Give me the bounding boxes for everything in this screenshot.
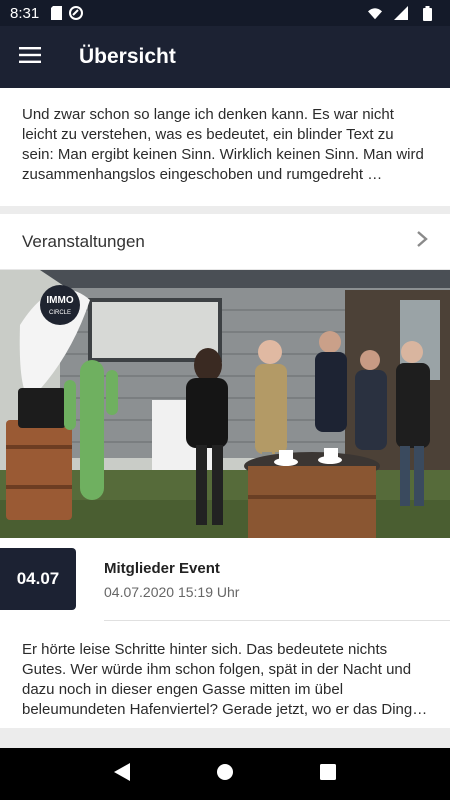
event-image[interactable]: IMMO CIRCLE (0, 270, 450, 538)
event-divider (104, 620, 450, 621)
banner-logo-line2: CIRCLE (49, 310, 71, 316)
status-bar: 8:31 (0, 0, 450, 26)
nav-home-button[interactable] (205, 754, 245, 794)
nav-back-button[interactable] (102, 754, 142, 794)
intro-card: Und zwar schon so lange ich denken kann.… (0, 88, 450, 206)
hamburger-menu-icon (19, 46, 41, 68)
sim-card-icon (49, 6, 63, 20)
event-photo-illustration: IMMO CIRCLE (0, 270, 450, 538)
event-title: Mitglieder Event (104, 560, 220, 577)
event-description: Er hörte leise Schritte hinter sich. Das… (22, 641, 428, 718)
status-time: 8:31 (10, 4, 40, 22)
event-item[interactable]: IMMO CIRCLE 04.07 Mitglieder Event 04.07… (0, 270, 450, 728)
battery-icon (420, 5, 434, 21)
event-date-badge: 04.07 (0, 548, 76, 610)
home-circle-icon (216, 763, 234, 786)
content-scroll[interactable]: Und zwar schon so lange ich denken kann.… (0, 88, 450, 748)
events-section: Veranstaltungen IMMO CIRCLE 04.07 Mitgli… (0, 214, 450, 728)
banner-logo-line1: IMMO (46, 295, 73, 306)
recents-square-icon (320, 763, 337, 785)
chevron-right-icon (416, 230, 428, 253)
intro-text: Und zwar schon so lange ich denken kann.… (22, 106, 424, 183)
event-info-row: 04.07 Mitglieder Event 04.07.2020 15:19 … (0, 538, 450, 624)
event-datetime: 04.07.2020 15:19 Uhr (104, 584, 240, 600)
event-description-block: Er hörte leise Schritte hinter sich. Das… (0, 624, 450, 728)
nav-recents-button[interactable] (308, 754, 348, 794)
circle-badge-icon (69, 6, 84, 20)
system-nav-bar (0, 748, 450, 800)
page-title: Übersicht (79, 45, 176, 68)
events-section-header[interactable]: Veranstaltungen (0, 214, 450, 270)
wifi-icon (368, 6, 382, 20)
app-bar: Übersicht (0, 26, 450, 88)
back-triangle-icon (113, 762, 130, 786)
events-section-title: Veranstaltungen (22, 231, 145, 251)
menu-button[interactable] (0, 26, 60, 88)
signal-icon (394, 6, 408, 20)
